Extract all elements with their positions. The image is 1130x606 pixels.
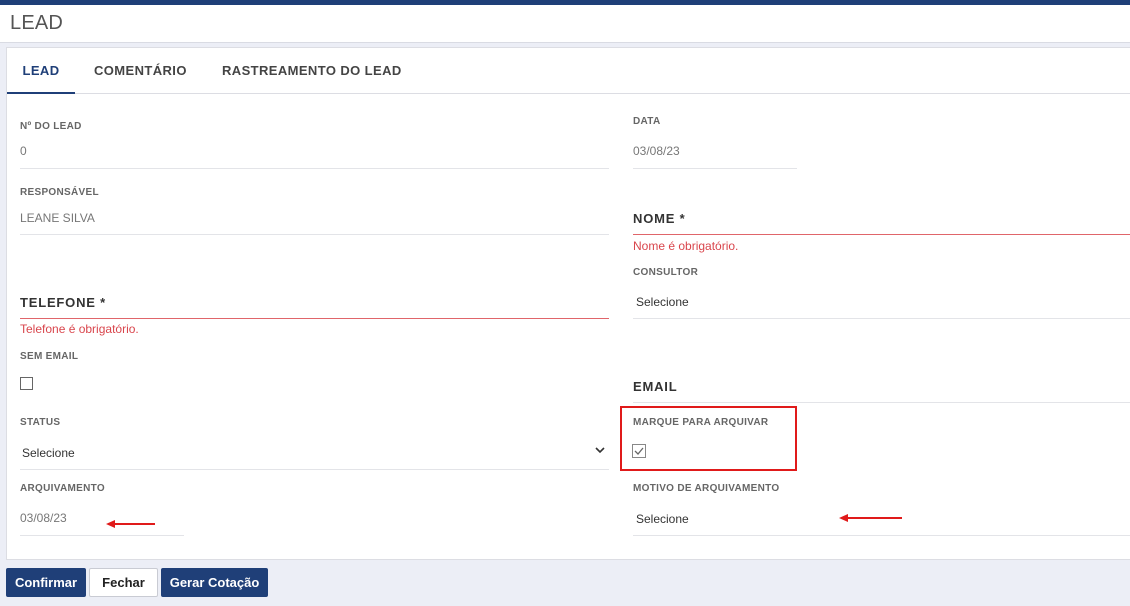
sem-email-label: SEM EMAIL bbox=[20, 351, 79, 362]
telefone-input[interactable] bbox=[20, 318, 609, 319]
nome-error: Nome é obrigatório. bbox=[633, 239, 739, 253]
telefone-label: TELEFONE * bbox=[20, 295, 107, 310]
data-value: 03/08/23 bbox=[633, 144, 680, 158]
red-arrow-left-icon bbox=[106, 520, 155, 528]
nome-input[interactable] bbox=[633, 234, 1130, 235]
responsavel-value: LEANE SILVA bbox=[20, 211, 95, 225]
close-button[interactable]: Fechar bbox=[89, 568, 158, 597]
page-title: LEAD bbox=[10, 12, 64, 34]
status-label: STATUS bbox=[20, 417, 61, 428]
email-input[interactable] bbox=[633, 402, 1130, 403]
arquivar-checkbox[interactable] bbox=[632, 444, 646, 458]
highlight-box bbox=[620, 406, 797, 471]
lead-number-underline bbox=[20, 168, 609, 169]
arquivamento-label: ARQUIVAMENTO bbox=[20, 483, 105, 494]
arquivamento-underline bbox=[20, 535, 184, 536]
motivo-select[interactable]: Selecione bbox=[636, 512, 689, 526]
arquivamento-value: 03/08/23 bbox=[20, 511, 67, 525]
chevron-down-icon[interactable] bbox=[594, 444, 606, 456]
lead-number-value: 0 bbox=[20, 144, 27, 158]
title-bar: LEAD bbox=[0, 5, 1130, 43]
generate-quote-button[interactable]: Gerar Cotação bbox=[161, 568, 268, 597]
tab-comentario[interactable]: COMENTÁRIO bbox=[94, 48, 187, 94]
tab-rastreamento[interactable]: RASTREAMENTO DO LEAD bbox=[222, 48, 402, 94]
consultor-label: CONSULTOR bbox=[633, 267, 699, 278]
motivo-underline bbox=[633, 535, 1130, 536]
telefone-error: Telefone é obrigatório. bbox=[20, 322, 139, 336]
consultor-select[interactable]: Selecione bbox=[636, 295, 689, 309]
lead-number-label: Nº DO LEAD bbox=[20, 121, 82, 132]
status-select[interactable]: Selecione bbox=[22, 446, 75, 460]
status-underline bbox=[20, 469, 609, 470]
responsavel-underline bbox=[20, 234, 609, 235]
data-label: DATA bbox=[633, 116, 661, 127]
consultor-underline bbox=[633, 318, 1130, 319]
confirm-button[interactable]: Confirmar bbox=[6, 568, 86, 597]
nome-label: NOME * bbox=[633, 211, 686, 226]
email-label: EMAIL bbox=[633, 379, 678, 394]
arquivar-label: MARQUE PARA ARQUIVAR bbox=[633, 417, 769, 428]
responsavel-label: RESPONSÁVEL bbox=[20, 187, 99, 198]
tab-lead[interactable]: LEAD bbox=[7, 48, 75, 94]
data-underline bbox=[633, 168, 797, 169]
lead-form-card: LEAD COMENTÁRIO RASTREAMENTO DO LEAD bbox=[6, 47, 1130, 560]
sem-email-checkbox[interactable] bbox=[20, 377, 33, 390]
motivo-label: MOTIVO DE ARQUIVAMENTO bbox=[633, 483, 780, 494]
red-arrow-left-icon bbox=[839, 514, 902, 522]
tab-bar: LEAD COMENTÁRIO RASTREAMENTO DO LEAD bbox=[7, 48, 1130, 94]
